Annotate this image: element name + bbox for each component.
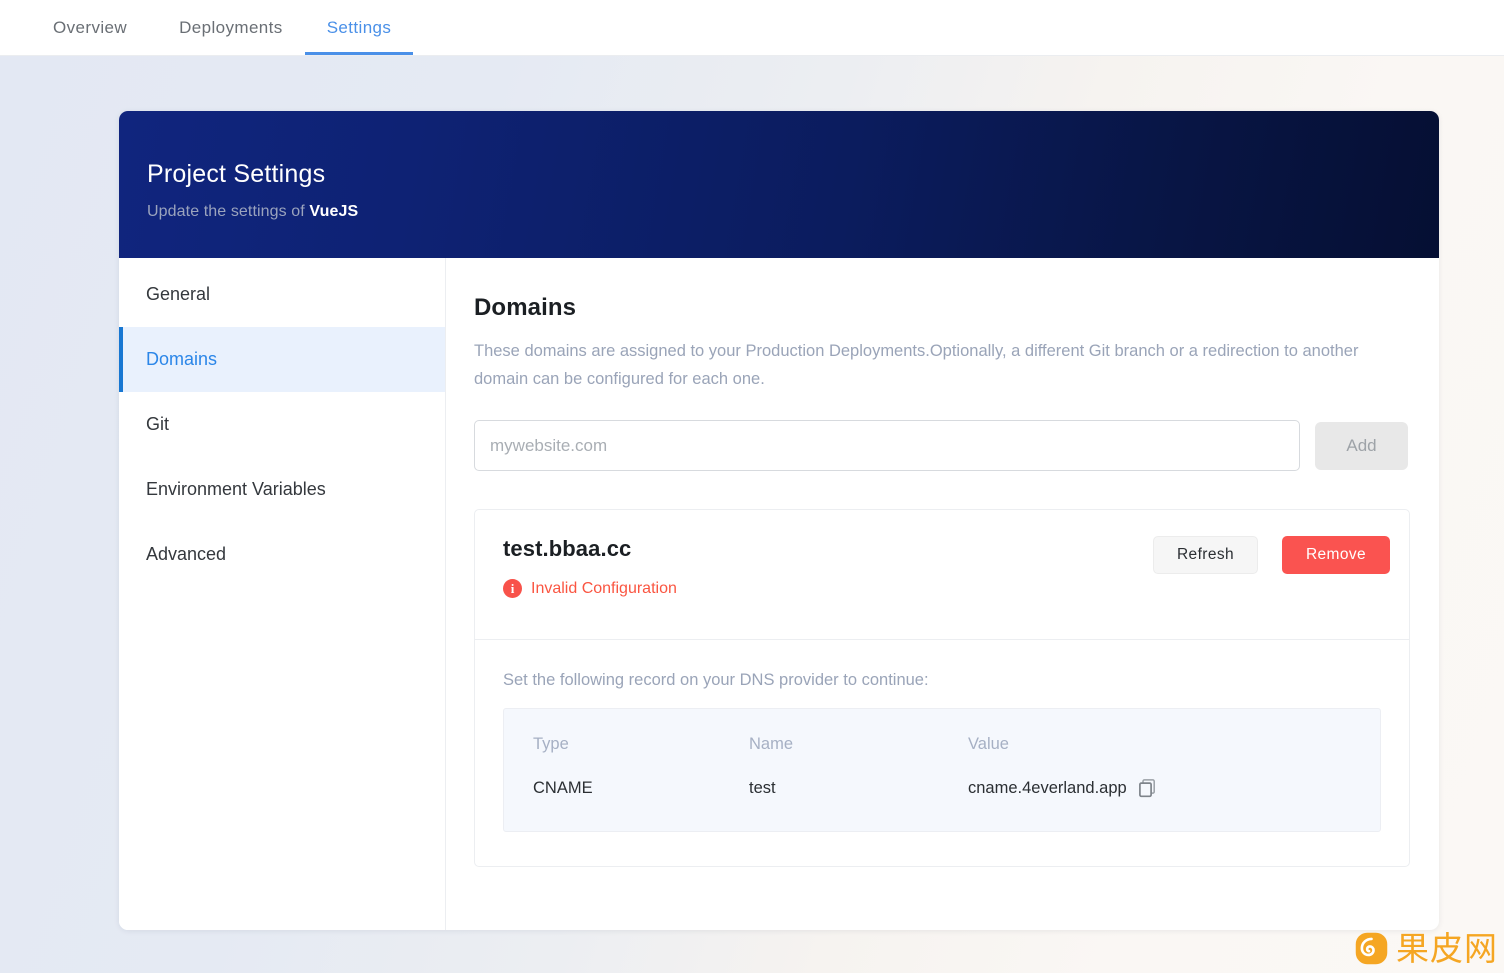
status-badge-label: Invalid Configuration <box>531 579 677 597</box>
tab-deployments[interactable]: Deployments <box>157 0 305 55</box>
sidebar-item-general-label: General <box>146 284 211 304</box>
top-navigation: Overview Deployments Settings <box>0 0 1504 56</box>
tab-settings-label: Settings <box>326 17 392 37</box>
tab-overview-label: Overview <box>53 17 128 37</box>
settings-card-header: Project Settings Update the settings of … <box>119 111 1439 258</box>
page-subtitle-prefix: Update the settings of <box>147 203 310 220</box>
tab-settings[interactable]: Settings <box>304 0 414 55</box>
dns-hint-text: Set the following record on your DNS pro… <box>503 671 929 689</box>
sidebar-item-domains[interactable]: Domains <box>119 327 445 392</box>
remove-button[interactable]: Remove <box>1282 536 1390 574</box>
page-title: Project Settings <box>147 160 326 188</box>
domain-entry-card: test.bbaa.cc i Invalid Configuration Ref… <box>474 509 1410 867</box>
dns-cell-type: CNAME <box>533 778 593 797</box>
sidebar-item-environment-variables[interactable]: Environment Variables <box>119 457 445 522</box>
domain-card-header: test.bbaa.cc i Invalid Configuration Ref… <box>475 510 1409 640</box>
page-subtitle: Update the settings of VueJS <box>147 203 1439 221</box>
sidebar-item-domains-label: Domains <box>146 349 218 369</box>
sidebar-item-advanced-label: Advanced <box>146 544 227 564</box>
refresh-button[interactable]: Refresh <box>1153 536 1258 574</box>
sidebar-item-git[interactable]: Git <box>119 392 445 457</box>
dns-cell-name: test <box>749 778 776 797</box>
page-background: Project Settings Update the settings of … <box>0 56 1504 973</box>
dns-record-table: Type Name Value CNAME test cname.4everla… <box>503 708 1381 832</box>
dns-column-type: Type <box>533 734 569 753</box>
domain-input[interactable] <box>474 420 1300 471</box>
dns-column-name: Name <box>749 734 794 753</box>
project-settings-card: Project Settings Update the settings of … <box>119 111 1439 930</box>
sidebar-item-git-label: Git <box>146 414 170 434</box>
dns-cell-value: cname.4everland.app <box>968 778 1127 797</box>
sidebar-item-advanced[interactable]: Advanced <box>119 522 445 587</box>
panel-description: These domains are assigned to your Produ… <box>474 342 1359 388</box>
tab-deployments-label: Deployments <box>179 17 283 37</box>
panel-title: Domains <box>474 294 577 321</box>
sidebar-item-environment-variables-label: Environment Variables <box>146 479 326 499</box>
dns-table-header-row: Type Name Value <box>504 727 1380 761</box>
settings-sidebar: General Domains Git Environment Variable… <box>119 258 446 930</box>
watermark-text: 果皮网 <box>1396 929 1498 968</box>
sidebar-item-general[interactable]: General <box>119 262 445 327</box>
tab-overview[interactable]: Overview <box>53 0 157 55</box>
copy-icon[interactable] <box>1138 778 1156 798</box>
watermark: 果皮网 <box>1354 931 1498 966</box>
info-circle-icon: i <box>503 579 522 598</box>
dns-column-value: Value <box>968 734 1009 753</box>
settings-card-body: General Domains Git Environment Variable… <box>119 258 1439 930</box>
guopi-logo-icon <box>1355 932 1388 965</box>
add-domain-button[interactable]: Add <box>1315 421 1408 470</box>
table-row: CNAME test cname.4everland.app <box>504 767 1380 809</box>
status-badge: i Invalid Configuration <box>503 579 1380 598</box>
add-domain-row: Add <box>474 420 1409 471</box>
domains-panel: Domains These domains are assigned to yo… <box>446 258 1439 930</box>
project-name: VueJS <box>309 203 359 220</box>
domain-card-body: Set the following record on your DNS pro… <box>475 640 1409 866</box>
domain-card-actions: Refresh Remove <box>1153 536 1390 574</box>
